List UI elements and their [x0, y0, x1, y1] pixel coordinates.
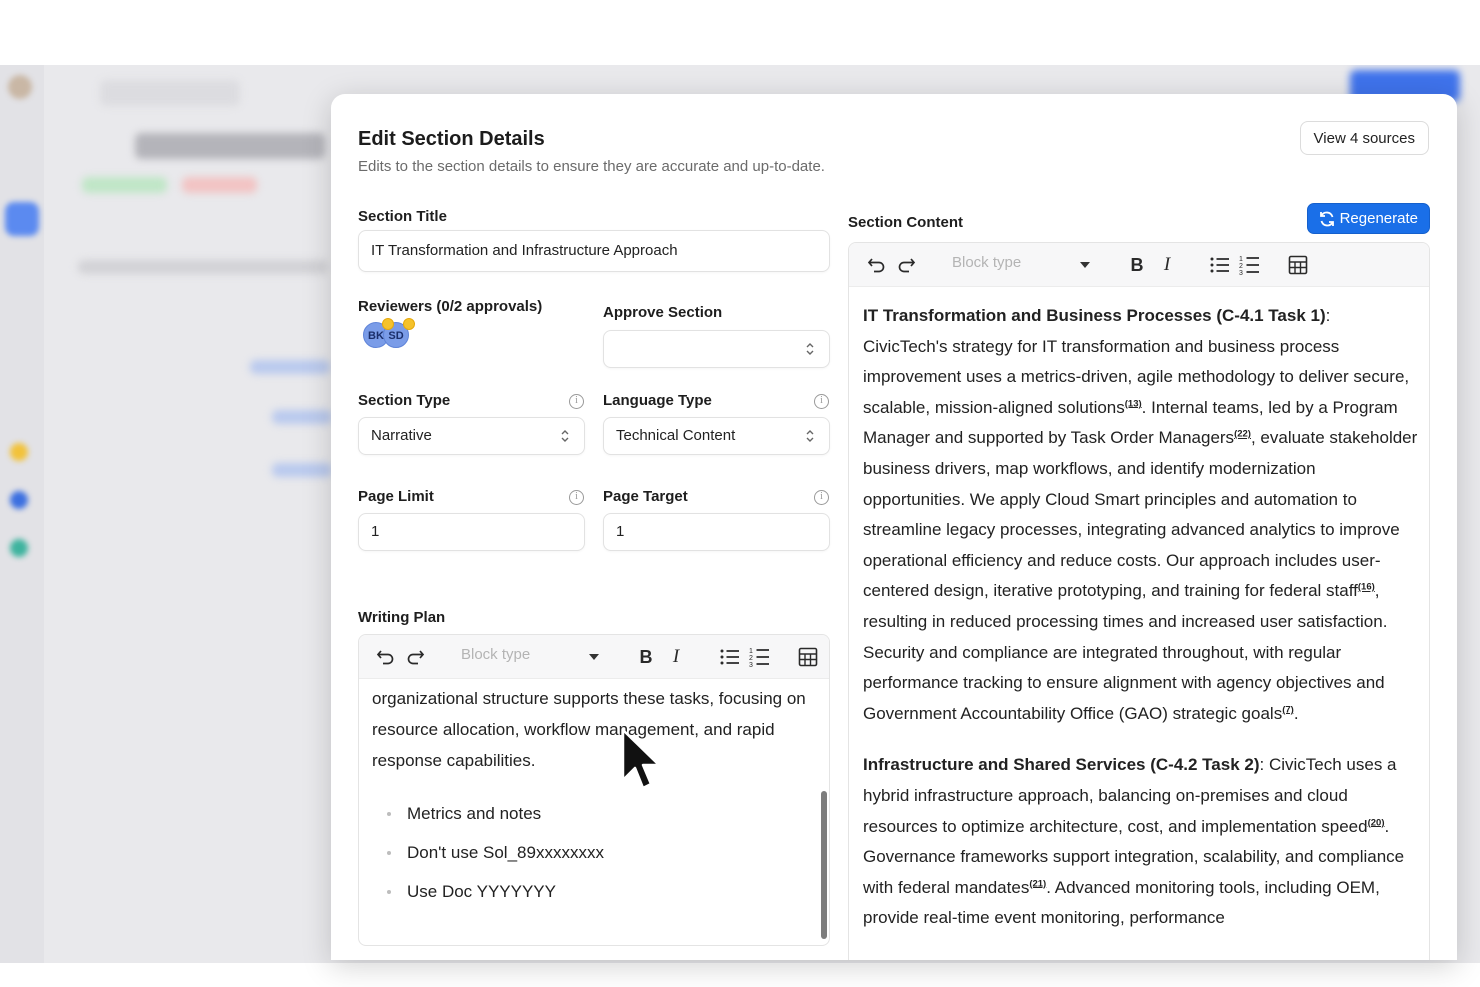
reviewer-avatars[interactable]: BK SD [358, 318, 415, 352]
background-nav-active [5, 202, 39, 236]
bold-button[interactable]: B [1126, 243, 1148, 287]
language-type-value: Technical Content [616, 427, 736, 444]
svg-text:2: 2 [1239, 263, 1243, 270]
italic-button[interactable]: I [1156, 243, 1178, 287]
paragraph-text: , resulting in reduced processing times … [863, 581, 1388, 723]
editor-toolbar: Block type B I 123 [849, 243, 1429, 287]
language-type-label: Language Type [603, 392, 712, 409]
background-nav-dot [10, 539, 28, 557]
content-paragraph: IT Transformation and Business Processes… [863, 301, 1419, 729]
background-link [272, 410, 332, 424]
background-link [250, 360, 330, 374]
bold-button[interactable]: B [635, 635, 657, 679]
info-icon[interactable]: i [569, 394, 584, 409]
approve-section-select[interactable] [603, 330, 830, 368]
page-limit-input[interactable]: 1 [358, 513, 585, 551]
background-link [272, 463, 332, 477]
section-content-text[interactable]: IT Transformation and Business Processes… [863, 301, 1419, 955]
editor-toolbar: Block type B I 123 [359, 635, 829, 679]
reviewers-label: Reviewers (0/2 approvals) [358, 298, 543, 315]
background-logo [8, 75, 32, 99]
chevron-updown-icon [561, 430, 569, 442]
svg-text:3: 3 [1239, 270, 1243, 276]
citation-link[interactable]: (16) [1358, 582, 1375, 593]
background-nav-dot [10, 443, 28, 461]
section-content-editor[interactable]: Block type B I 123 IT Transformation and… [848, 242, 1430, 960]
regenerate-button[interactable]: Regenerate [1306, 203, 1430, 234]
background-sidebar [0, 65, 44, 963]
italic-button[interactable]: I [665, 635, 687, 679]
redo-icon[interactable] [894, 243, 918, 287]
section-content-label: Section Content [848, 214, 963, 231]
chevron-updown-icon [806, 343, 814, 355]
regenerate-label: Regenerate [1339, 210, 1418, 227]
background-badge [82, 177, 167, 193]
modal-title: Edit Section Details [358, 128, 545, 150]
block-type-select[interactable]: Block type [952, 254, 1090, 278]
approve-section-label: Approve Section [603, 304, 723, 321]
block-type-select[interactable]: Block type [461, 646, 599, 670]
background-search [100, 80, 240, 106]
list-item[interactable]: Metrics and notes [372, 801, 812, 840]
table-icon[interactable] [795, 635, 821, 679]
background-badge [182, 177, 257, 193]
paragraph-text: . [1293, 703, 1299, 723]
caret-down-icon [589, 654, 599, 660]
svg-text:3: 3 [749, 662, 753, 668]
section-type-select[interactable]: Narrative [358, 417, 585, 455]
writing-plan-label: Writing Plan [358, 609, 446, 626]
bulleted-list-icon[interactable] [1207, 243, 1233, 287]
info-icon[interactable]: i [814, 490, 829, 505]
language-type-select[interactable]: Technical Content [603, 417, 830, 455]
background-nav-dot [10, 491, 28, 509]
redo-icon[interactable] [403, 635, 427, 679]
info-icon[interactable]: i [814, 394, 829, 409]
numbered-list-icon[interactable]: 123 [1237, 243, 1263, 287]
writing-plan-bullets: Metrics and notes Don't use Sol_89xxxxxx… [372, 801, 812, 918]
pending-status-dot [382, 318, 394, 330]
view-sources-button[interactable]: View 4 sources [1299, 121, 1429, 155]
writing-plan-text[interactable]: organizational structure supports these … [372, 683, 817, 776]
undo-icon[interactable] [374, 635, 398, 679]
svg-text:1: 1 [749, 648, 753, 655]
pending-status-dot [403, 318, 415, 330]
caret-down-icon [1080, 262, 1090, 268]
svg-text:1: 1 [1239, 256, 1243, 263]
page-limit-label: Page Limit [358, 488, 434, 505]
modal-subtitle: Edits to the section details to ensure t… [358, 158, 825, 175]
svg-text:2: 2 [749, 655, 753, 662]
citation-link[interactable]: (7) [1282, 704, 1294, 715]
list-item[interactable]: Use Doc YYYYYYY [372, 879, 812, 918]
chevron-updown-icon [806, 430, 814, 442]
page-target-label: Page Target [603, 488, 688, 505]
background-text [78, 260, 328, 274]
citation-link[interactable]: (20) [1368, 817, 1385, 828]
block-type-placeholder: Block type [952, 254, 1022, 271]
citation-link[interactable]: (21) [1029, 878, 1046, 889]
paragraph-text: , evaluate stakeholder business drivers,… [863, 428, 1418, 601]
refresh-icon [1319, 211, 1334, 226]
block-type-placeholder: Block type [461, 646, 531, 663]
section-type-label: Section Type [358, 392, 451, 409]
paragraph-heading: IT Transformation and Business Processes… [863, 306, 1326, 325]
citation-link[interactable]: (13) [1125, 398, 1142, 409]
writing-plan-scrollbar[interactable] [821, 791, 827, 939]
list-item[interactable]: Don't use Sol_89xxxxxxxx [372, 840, 812, 879]
content-paragraph: Infrastructure and Shared Services (C-4.… [863, 750, 1419, 934]
undo-icon[interactable] [865, 243, 889, 287]
citation-link[interactable]: (22) [1234, 429, 1251, 440]
section-type-value: Narrative [371, 427, 432, 444]
numbered-list-icon[interactable]: 123 [747, 635, 773, 679]
background-heading [135, 133, 325, 159]
paragraph-heading: Infrastructure and Shared Services (C-4.… [863, 755, 1260, 775]
edit-section-modal: Edit Section Details Edits to the sectio… [331, 94, 1457, 960]
section-title-input[interactable]: IT Transformation and Infrastructure App… [358, 230, 830, 272]
bulleted-list-icon[interactable] [717, 635, 743, 679]
mouse-cursor-icon [621, 728, 661, 790]
info-icon[interactable]: i [569, 490, 584, 505]
table-icon[interactable] [1285, 243, 1311, 287]
writing-plan-editor[interactable]: Block type B I 123 organizational struct… [358, 634, 830, 946]
page-target-input[interactable]: 1 [603, 513, 830, 551]
section-title-label: Section Title [358, 208, 447, 225]
